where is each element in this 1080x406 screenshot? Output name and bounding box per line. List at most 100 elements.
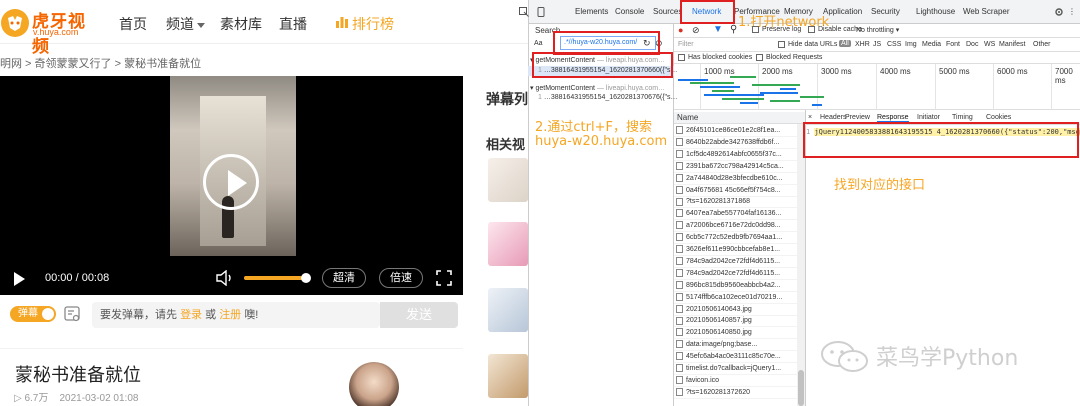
clear-log-icon[interactable]: ⊘	[692, 25, 700, 36]
tab-cookies[interactable]: Cookies	[986, 114, 1011, 121]
match-case-toggle[interactable]: Aa	[534, 40, 543, 47]
request-row[interactable]: timelist.do?callback=jQuery1...	[674, 363, 805, 375]
search-result-line[interactable]: 1 …38816431955154_1620281370676({"s…	[538, 94, 678, 101]
volume-icon[interactable]	[216, 270, 234, 286]
huya-logo[interactable]: 虎牙视频 v.huya.com	[0, 6, 100, 56]
has-blocked-cookies-checkbox[interactable]	[678, 54, 685, 61]
related-thumb[interactable]	[488, 222, 528, 266]
request-row[interactable]: 8640b22abde3427638ffdb6f...	[674, 137, 805, 149]
filter-input[interactable]: Filter	[678, 41, 694, 48]
type-filter-font[interactable]: Font	[946, 41, 960, 48]
request-row[interactable]: 26f45101ce86ce01e2c8f1ea...	[674, 125, 805, 137]
filter-icon[interactable]: ▼	[713, 24, 723, 35]
record-icon[interactable]: ●	[678, 25, 683, 35]
timeline-gridline	[993, 64, 994, 110]
file-icon	[676, 376, 683, 385]
request-row[interactable]: ?ts=1620281371868	[674, 196, 805, 209]
request-row[interactable]: 20210506140857.jpg	[674, 315, 805, 328]
nav-live[interactable]: 直播	[279, 14, 307, 34]
inspect-icon[interactable]	[519, 7, 529, 17]
type-filter-ws[interactable]: WS	[984, 41, 995, 48]
request-row[interactable]: a72006bce6716e72dc0dd98...	[674, 220, 805, 233]
search-result-file[interactable]: ▾ getMomentContent — liveapi.huya.com…	[530, 84, 665, 92]
preserve-log-checkbox[interactable]	[752, 26, 759, 33]
related-thumb[interactable]	[488, 354, 528, 398]
request-row[interactable]: ?ts=1620281372620	[674, 387, 805, 399]
related-thumb[interactable]	[488, 288, 528, 332]
detail-close-icon[interactable]: ×	[808, 114, 812, 121]
volume-knob[interactable]	[301, 273, 311, 283]
login-link[interactable]: 登录	[180, 309, 202, 321]
search-icon[interactable]: ⚲	[730, 24, 737, 35]
annotation-step2-line2: huya-w20.huya.com	[535, 134, 668, 149]
request-row[interactable]: 20210506140643.jpg	[674, 304, 805, 316]
request-row[interactable]: data:image/png;base...	[674, 339, 805, 352]
quality-button[interactable]: 超清	[322, 268, 366, 288]
nav-channel[interactable]: 频道	[166, 14, 205, 34]
request-row[interactable]: 6407ea7abe557704faf16136...	[674, 208, 805, 221]
tab-sources[interactable]: Sources	[653, 7, 682, 16]
throttle-select[interactable]: No throttling ▾	[856, 26, 899, 34]
tab-timing[interactable]: Timing	[952, 114, 973, 121]
tab-web-scraper[interactable]: Web Scraper	[963, 7, 1010, 16]
volume-slider[interactable]	[244, 276, 308, 280]
scrollbar-thumb[interactable]	[798, 370, 804, 406]
nav-ranking[interactable]: 排行榜	[352, 14, 394, 34]
tab-headers[interactable]: Headers	[820, 114, 846, 121]
hide-data-urls-checkbox[interactable]	[778, 41, 785, 48]
type-filter-xhr[interactable]: XHR	[855, 41, 870, 48]
type-filter-img[interactable]: Img	[905, 41, 917, 48]
send-button[interactable]: 发送	[380, 302, 458, 328]
tab-lighthouse[interactable]: Lighthouse	[916, 7, 955, 16]
tab-initiator[interactable]: Initiator	[917, 114, 940, 121]
nav-home[interactable]: 首页	[119, 14, 147, 34]
related-thumb[interactable]	[488, 158, 528, 202]
request-row[interactable]: 784c9ad2042ce72fdf4d6115...	[674, 268, 805, 280]
request-row[interactable]: 45efc6ab4ac0e3111c85c70e...	[674, 351, 805, 364]
control-play-icon[interactable]	[14, 272, 25, 286]
speed-button[interactable]: 倍速	[379, 268, 423, 288]
type-filter-manifest[interactable]: Manifest	[999, 41, 1025, 48]
danmu-toggle[interactable]: 弹幕	[10, 306, 56, 322]
disable-cache-checkbox[interactable]	[808, 26, 815, 33]
request-row[interactable]: 784c9ad2042ce72fdf4d6115...	[674, 256, 805, 268]
danmu-settings-icon[interactable]	[63, 305, 81, 323]
gear-icon[interactable]	[1054, 7, 1064, 17]
tab-elements[interactable]: Elements	[575, 7, 608, 16]
tab-console[interactable]: Console	[615, 7, 644, 16]
type-filter-media[interactable]: Media	[922, 41, 941, 48]
fullscreen-icon[interactable]	[436, 270, 452, 286]
nav-material[interactable]: 素材库	[220, 14, 262, 34]
register-link[interactable]: 注册	[219, 309, 241, 321]
request-row[interactable]: 2a744840d28e3bfecdbe610c...	[674, 173, 805, 185]
type-filter-all[interactable]: All	[839, 40, 851, 47]
request-row[interactable]: 20210506140850.jpg	[674, 327, 805, 340]
request-name: 784c9ad2042ce72fdf4d6115...	[686, 269, 781, 277]
request-row[interactable]: 6cb5c772c52edb9fb7694aa1...	[674, 232, 805, 245]
tab-security[interactable]: Security	[871, 7, 900, 16]
play-overlay-button[interactable]	[203, 154, 259, 210]
request-row[interactable]: 0a4f675681 45c66ef5f754c8...	[674, 185, 805, 197]
tab-preview[interactable]: Preview	[845, 114, 870, 121]
wechat-logo-icon	[821, 341, 868, 372]
danmu-input[interactable]: 要发弹幕，请先 登录 或 注册 噢!	[92, 302, 380, 328]
request-row[interactable]: favicon.ico	[674, 375, 805, 387]
request-row[interactable]: 3626ef611e990cbbcefab8e1...	[674, 244, 805, 256]
type-filter-css[interactable]: CSS	[887, 41, 901, 48]
video-meta: ▷ 6.7万 2021-03-02 01:08	[14, 393, 139, 404]
request-row[interactable]: 896bc815db9560eabbcb4a2...	[674, 280, 805, 292]
type-filter-js[interactable]: JS	[873, 41, 881, 48]
name-column-header[interactable]: Name	[674, 112, 805, 124]
request-row[interactable]: 5174fffb6ca102ece01d70219...	[674, 292, 805, 304]
timeline-bar	[704, 94, 764, 96]
avatar[interactable]	[349, 362, 399, 406]
device-toolbar-icon[interactable]	[536, 7, 546, 17]
request-row[interactable]: 2391ba672cc798a42914c5ca...	[674, 161, 805, 173]
blocked-requests-checkbox[interactable]	[756, 54, 763, 61]
type-filter-doc[interactable]: Doc	[966, 41, 978, 48]
request-row[interactable]: 1cf5dc4892614abfc0655f37c...	[674, 149, 805, 161]
more-menu-icon[interactable]: ⋮	[1068, 7, 1076, 16]
request-list-scrollbar[interactable]	[797, 124, 805, 406]
type-filter-other[interactable]: Other	[1033, 41, 1051, 48]
throttle-value: No throttling	[856, 27, 894, 34]
